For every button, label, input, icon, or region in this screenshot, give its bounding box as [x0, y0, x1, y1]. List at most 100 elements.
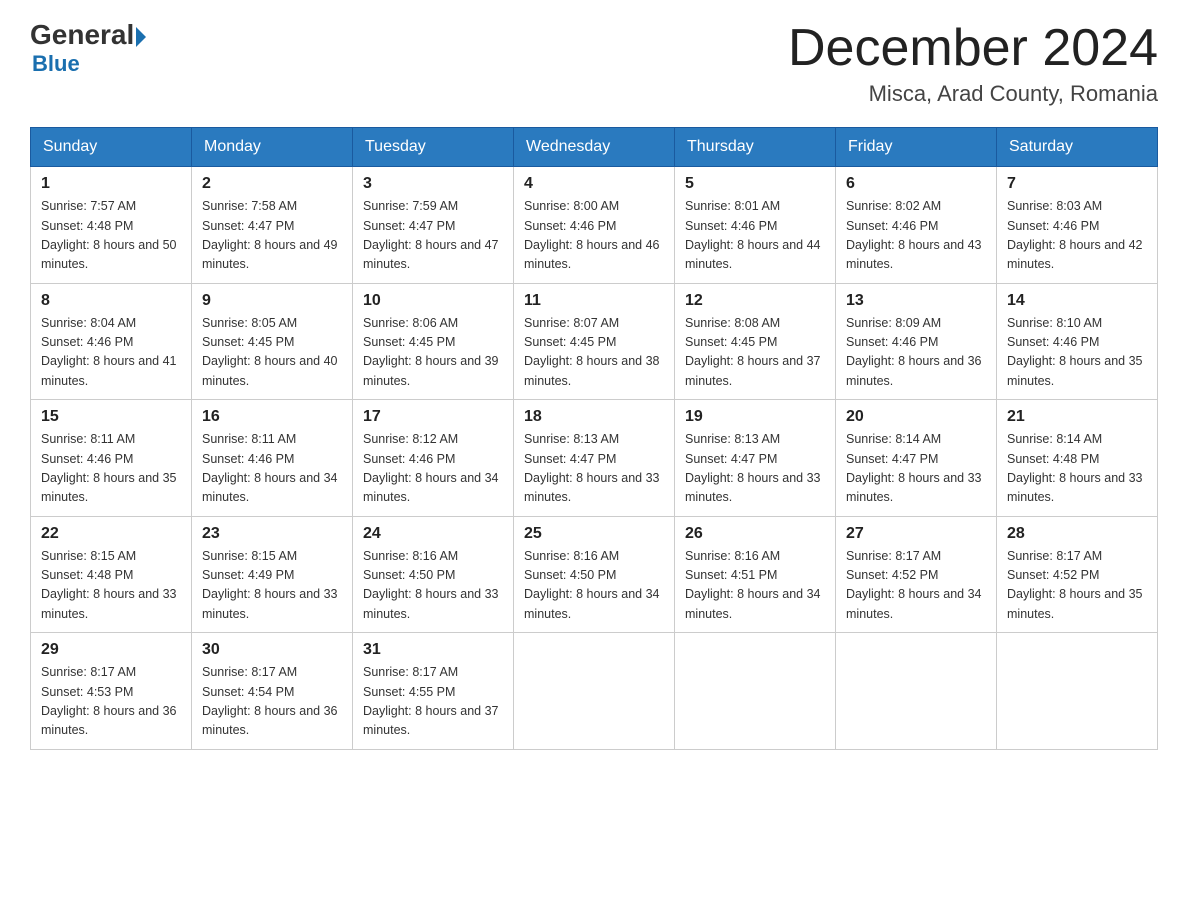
day-number: 4: [524, 175, 664, 193]
calendar-cell: 12 Sunrise: 8:08 AMSunset: 4:45 PMDayligh…: [675, 283, 836, 400]
day-info: Sunrise: 8:14 AMSunset: 4:47 PMDaylight:…: [846, 430, 986, 508]
day-info: Sunrise: 7:57 AMSunset: 4:48 PMDaylight:…: [41, 197, 181, 275]
calendar-week-row: 22 Sunrise: 8:15 AMSunset: 4:48 PMDayligh…: [31, 516, 1158, 633]
day-number: 15: [41, 408, 181, 426]
day-number: 17: [363, 408, 503, 426]
day-number: 10: [363, 292, 503, 310]
calendar-cell: 30 Sunrise: 8:17 AMSunset: 4:54 PMDayligh…: [192, 633, 353, 750]
day-number: 31: [363, 641, 503, 659]
calendar-cell: 8 Sunrise: 8:04 AMSunset: 4:46 PMDaylight…: [31, 283, 192, 400]
day-info: Sunrise: 8:13 AMSunset: 4:47 PMDaylight:…: [524, 430, 664, 508]
calendar-cell: 1 Sunrise: 7:57 AMSunset: 4:48 PMDaylight…: [31, 167, 192, 284]
weekday-header-wednesday: Wednesday: [514, 128, 675, 167]
calendar-cell: 22 Sunrise: 8:15 AMSunset: 4:48 PMDayligh…: [31, 516, 192, 633]
calendar-cell: 21 Sunrise: 8:14 AMSunset: 4:48 PMDayligh…: [997, 400, 1158, 517]
calendar-cell: 23 Sunrise: 8:15 AMSunset: 4:49 PMDayligh…: [192, 516, 353, 633]
calendar-cell: 16 Sunrise: 8:11 AMSunset: 4:46 PMDayligh…: [192, 400, 353, 517]
day-number: 23: [202, 525, 342, 543]
month-title: December 2024: [788, 20, 1158, 77]
day-info: Sunrise: 8:04 AMSunset: 4:46 PMDaylight:…: [41, 314, 181, 392]
calendar-cell: 6 Sunrise: 8:02 AMSunset: 4:46 PMDaylight…: [836, 167, 997, 284]
day-number: 5: [685, 175, 825, 193]
day-info: Sunrise: 8:11 AMSunset: 4:46 PMDaylight:…: [202, 430, 342, 508]
calendar-week-row: 29 Sunrise: 8:17 AMSunset: 4:53 PMDayligh…: [31, 633, 1158, 750]
day-info: Sunrise: 8:08 AMSunset: 4:45 PMDaylight:…: [685, 314, 825, 392]
calendar-cell: 19 Sunrise: 8:13 AMSunset: 4:47 PMDayligh…: [675, 400, 836, 517]
day-number: 14: [1007, 292, 1147, 310]
day-number: 3: [363, 175, 503, 193]
calendar-cell: 5 Sunrise: 8:01 AMSunset: 4:46 PMDaylight…: [675, 167, 836, 284]
day-number: 11: [524, 292, 664, 310]
day-info: Sunrise: 8:17 AMSunset: 4:54 PMDaylight:…: [202, 663, 342, 741]
day-number: 25: [524, 525, 664, 543]
day-info: Sunrise: 8:07 AMSunset: 4:45 PMDaylight:…: [524, 314, 664, 392]
weekday-header-monday: Monday: [192, 128, 353, 167]
day-info: Sunrise: 8:13 AMSunset: 4:47 PMDaylight:…: [685, 430, 825, 508]
day-number: 2: [202, 175, 342, 193]
day-info: Sunrise: 8:01 AMSunset: 4:46 PMDaylight:…: [685, 197, 825, 275]
weekday-header-thursday: Thursday: [675, 128, 836, 167]
day-info: Sunrise: 8:15 AMSunset: 4:48 PMDaylight:…: [41, 547, 181, 625]
calendar-cell: 26Sunrise: 8:16 AMSunset: 4:51 PMDayligh…: [675, 516, 836, 633]
logo-name: General: [30, 20, 146, 51]
day-info: Sunrise: 8:12 AMSunset: 4:46 PMDaylight:…: [363, 430, 503, 508]
day-number: 21: [1007, 408, 1147, 426]
calendar-cell: 29 Sunrise: 8:17 AMSunset: 4:53 PMDayligh…: [31, 633, 192, 750]
calendar-cell: [514, 633, 675, 750]
weekday-header-saturday: Saturday: [997, 128, 1158, 167]
calendar-cell: 9Sunrise: 8:05 AMSunset: 4:45 PMDaylight…: [192, 283, 353, 400]
calendar-cell: 15Sunrise: 8:11 AMSunset: 4:46 PMDayligh…: [31, 400, 192, 517]
calendar-cell: 2 Sunrise: 7:58 AMSunset: 4:47 PMDaylight…: [192, 167, 353, 284]
day-info: Sunrise: 8:03 AMSunset: 4:46 PMDaylight:…: [1007, 197, 1147, 275]
day-info: Sunrise: 7:59 AMSunset: 4:47 PMDaylight:…: [363, 197, 503, 275]
day-info: Sunrise: 8:17 AMSunset: 4:52 PMDaylight:…: [1007, 547, 1147, 625]
day-number: 20: [846, 408, 986, 426]
calendar-cell: 17 Sunrise: 8:12 AMSunset: 4:46 PMDayligh…: [353, 400, 514, 517]
day-number: 8: [41, 292, 181, 310]
page-header: General Blue December 2024 Misca, Arad C…: [30, 20, 1158, 107]
calendar-cell: 3 Sunrise: 7:59 AMSunset: 4:47 PMDaylight…: [353, 167, 514, 284]
day-number: 1: [41, 175, 181, 193]
calendar-week-row: 8 Sunrise: 8:04 AMSunset: 4:46 PMDaylight…: [31, 283, 1158, 400]
day-info: Sunrise: 7:58 AMSunset: 4:47 PMDaylight:…: [202, 197, 342, 275]
day-info: Sunrise: 8:02 AMSunset: 4:46 PMDaylight:…: [846, 197, 986, 275]
location-subtitle: Misca, Arad County, Romania: [788, 81, 1158, 107]
day-info: Sunrise: 8:17 AMSunset: 4:53 PMDaylight:…: [41, 663, 181, 741]
day-number: 26: [685, 525, 825, 543]
day-number: 19: [685, 408, 825, 426]
calendar-cell: 10 Sunrise: 8:06 AMSunset: 4:45 PMDayligh…: [353, 283, 514, 400]
calendar-cell: 25Sunrise: 8:16 AMSunset: 4:50 PMDayligh…: [514, 516, 675, 633]
day-number: 9: [202, 292, 342, 310]
calendar-week-row: 15 Sunrise: 8:11 AMSunset: 4:46 PMDayligh…: [31, 400, 1158, 517]
day-number: 12: [685, 292, 825, 310]
calendar-cell: [675, 633, 836, 750]
calendar-cell: 28 Sunrise: 8:17 AMSunset: 4:52 PMDayligh…: [997, 516, 1158, 633]
weekday-header-tuesday: Tuesday: [353, 128, 514, 167]
calendar-cell: [836, 633, 997, 750]
calendar-cell: 18 Sunrise: 8:13 AMSunset: 4:47 PMDayligh…: [514, 400, 675, 517]
day-info: Sunrise: 8:15 AMSunset: 4:49 PMDaylight:…: [202, 547, 342, 625]
logo-triangle-icon: [136, 27, 146, 47]
day-number: 6: [846, 175, 986, 193]
weekday-header-friday: Friday: [836, 128, 997, 167]
day-number: 18: [524, 408, 664, 426]
day-info: Sunrise: 8:16 AMSunset: 4:50 PMDaylight:…: [363, 547, 503, 625]
day-number: 24: [363, 525, 503, 543]
day-info: Sunrise: 8:17 AMSunset: 4:55 PMDaylight:…: [363, 663, 503, 741]
day-info: Sunrise: 8:14 AMSunset: 4:48 PMDaylight:…: [1007, 430, 1147, 508]
day-number: 28: [1007, 525, 1147, 543]
calendar-cell: [997, 633, 1158, 750]
calendar-cell: 13 Sunrise: 8:09 AMSunset: 4:46 PMDayligh…: [836, 283, 997, 400]
day-info: Sunrise: 8:17 AMSunset: 4:52 PMDaylight:…: [846, 547, 986, 625]
day-info: Sunrise: 8:09 AMSunset: 4:46 PMDaylight:…: [846, 314, 986, 392]
day-info: Sunrise: 8:06 AMSunset: 4:45 PMDaylight:…: [363, 314, 503, 392]
day-number: 30: [202, 641, 342, 659]
day-info: Sunrise: 8:00 AMSunset: 4:46 PMDaylight:…: [524, 197, 664, 275]
day-number: 16: [202, 408, 342, 426]
day-number: 29: [41, 641, 181, 659]
day-number: 13: [846, 292, 986, 310]
day-number: 22: [41, 525, 181, 543]
weekday-header-sunday: Sunday: [31, 128, 192, 167]
day-info: Sunrise: 8:10 AMSunset: 4:46 PMDaylight:…: [1007, 314, 1147, 392]
logo-area: General Blue: [30, 20, 146, 77]
